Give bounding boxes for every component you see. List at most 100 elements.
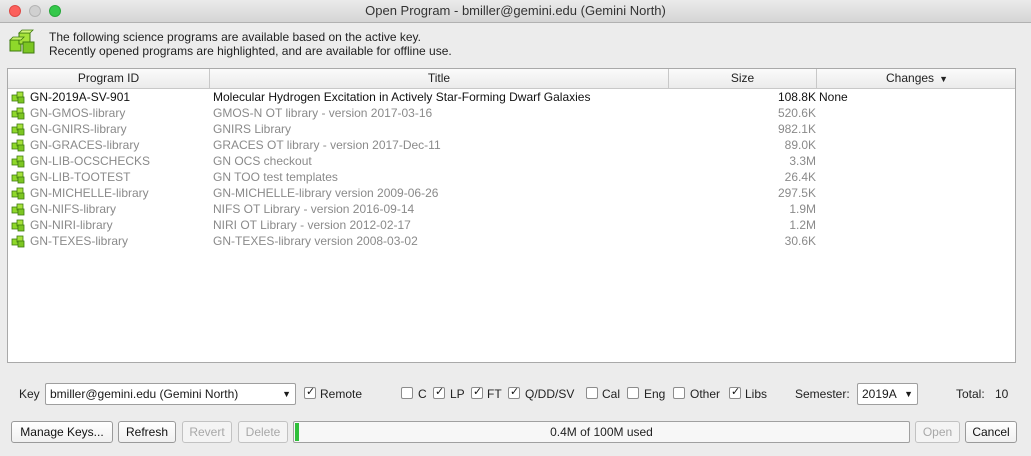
table-row[interactable]: GN-TEXES-library GN-TEXES-library version…: [8, 233, 1015, 249]
program-title-cell: Molecular Hydrogen Excitation in Activel…: [213, 90, 591, 104]
dropdown-arrow-icon: ▼: [904, 389, 913, 399]
semester-select[interactable]: 2019A ▼: [857, 383, 918, 405]
column-header-size[interactable]: Size: [669, 69, 817, 88]
column-header-title[interactable]: Title: [210, 69, 669, 88]
c-label: C: [418, 387, 427, 401]
open-program-window: Open Program - bmiller@gemini.edu (Gemin…: [0, 0, 1031, 456]
key-select[interactable]: bmiller@gemini.edu (Gemini North) ▼: [45, 383, 296, 405]
program-icon: [11, 218, 25, 232]
table-header: Program ID Title Size Changes ▼: [8, 69, 1015, 89]
program-cubes-icon: [9, 29, 35, 54]
column-header-changes[interactable]: Changes ▼: [817, 69, 1015, 88]
program-title-cell: GMOS-N OT library - version 2017-03-16: [213, 106, 433, 120]
header-message-line-1: The following science programs are avail…: [49, 30, 421, 44]
program-icon: [11, 106, 25, 120]
semester-label: Semester:: [795, 387, 850, 401]
program-table[interactable]: Program ID Title Size Changes ▼ GN-2019A-…: [7, 68, 1016, 363]
program-icon: [11, 138, 25, 152]
table-row[interactable]: GN-GMOS-library GMOS-N OT library - versi…: [8, 105, 1015, 121]
table-row[interactable]: GN-GRACES-library GRACES OT library - ver…: [8, 137, 1015, 153]
program-title-cell: NIRI OT Library - version 2012-02-17: [213, 218, 411, 232]
refresh-button[interactable]: Refresh: [118, 421, 176, 443]
table-row[interactable]: GN-2019A-SV-901 Molecular Hydrogen Excita…: [8, 89, 1015, 105]
lp-checkbox[interactable]: [433, 385, 445, 399]
program-size-cell: 26.4K: [784, 170, 816, 184]
key-label: Key: [19, 387, 40, 401]
delete-button[interactable]: Delete: [238, 421, 288, 443]
header-message-line-2: Recently opened programs are highlighted…: [49, 44, 452, 58]
table-row[interactable]: GN-LIB-OCSCHECKS GN OCS checkout 3.3M: [8, 153, 1015, 169]
revert-button[interactable]: Revert: [182, 421, 232, 443]
c-checkbox[interactable]: [401, 387, 413, 399]
qddsv-checkbox[interactable]: [508, 385, 520, 399]
other-checkbox[interactable]: [673, 387, 685, 399]
program-title-cell: GN-MICHELLE-library version 2009-06-26: [213, 186, 439, 200]
remote-label: Remote: [320, 387, 363, 401]
sort-descending-icon: ▼: [939, 74, 948, 84]
manage-keys-button[interactable]: Manage Keys...: [11, 421, 113, 443]
program-id-cell: GN-GNIRS-library: [30, 122, 127, 136]
cal-label: Cal: [602, 387, 621, 401]
program-size-cell: 30.6K: [784, 234, 816, 248]
program-icon: [11, 122, 25, 136]
program-title-cell: GRACES OT library - version 2017-Dec-11: [213, 138, 441, 152]
dropdown-arrow-icon: ▼: [282, 389, 291, 399]
program-id-cell: GN-NIFS-library: [30, 202, 116, 216]
total-value: 10: [995, 387, 1009, 401]
table-body: GN-2019A-SV-901 Molecular Hydrogen Excita…: [8, 89, 1015, 249]
program-icon: [11, 234, 25, 248]
program-size-cell: 520.6K: [777, 106, 816, 120]
program-changes-cell: [819, 121, 1009, 137]
program-id-cell: GN-LIB-TOOTEST: [30, 170, 131, 184]
program-icon: [11, 154, 25, 168]
title-bar: Open Program - bmiller@gemini.edu (Gemin…: [0, 0, 1031, 23]
open-button[interactable]: Open: [915, 421, 960, 443]
filter-bar: Key bmiller@gemini.edu (Gemini North) ▼ …: [0, 383, 1031, 407]
program-changes-cell: [819, 185, 1009, 201]
table-row[interactable]: GN-NIFS-library NIFS OT Library - version…: [8, 201, 1015, 217]
program-title-cell: GN OCS checkout: [213, 154, 312, 168]
program-changes-cell: [819, 233, 1009, 249]
remote-checkbox[interactable]: [304, 385, 316, 399]
program-id-cell: GN-2019A-SV-901: [30, 90, 131, 104]
program-size-cell: 982.1K: [777, 122, 816, 136]
table-row[interactable]: GN-MICHELLE-library GN-MICHELLE-library v…: [8, 185, 1015, 201]
program-changes-cell: None: [819, 90, 848, 104]
column-header-program-id[interactable]: Program ID: [8, 69, 210, 88]
program-size-cell: 297.5K: [777, 186, 816, 200]
program-size-cell: 89.0K: [784, 138, 816, 152]
program-size-cell: 1.9M: [789, 202, 816, 216]
program-icon: [11, 186, 25, 200]
table-row[interactable]: GN-GNIRS-library GNIRS Library 982.1K: [8, 121, 1015, 137]
column-header-changes-label: Changes: [886, 71, 935, 85]
cancel-button[interactable]: Cancel: [965, 421, 1017, 443]
eng-checkbox[interactable]: [627, 387, 639, 399]
program-title-cell: GNIRS Library: [213, 122, 292, 136]
ft-checkbox[interactable]: [471, 385, 483, 399]
storage-progress-text: 0.4M of 100M used: [550, 425, 653, 439]
cal-checkbox[interactable]: [586, 387, 598, 399]
other-label: Other: [690, 387, 721, 401]
program-id-cell: GN-TEXES-library: [30, 234, 129, 248]
eng-label: Eng: [644, 387, 666, 401]
program-changes-cell: [819, 201, 1009, 217]
storage-progress-bar: 0.4M of 100M used: [293, 421, 910, 443]
table-row[interactable]: GN-LIB-TOOTEST GN TOO test templates 26.4K: [8, 169, 1015, 185]
program-changes-cell: [819, 217, 1009, 233]
program-icon: [11, 170, 25, 184]
key-select-value: bmiller@gemini.edu (Gemini North): [50, 387, 239, 401]
program-id-cell: GN-NIRI-library: [30, 218, 113, 232]
program-size-cell: 3.3M: [789, 154, 816, 168]
libs-checkbox[interactable]: [729, 385, 741, 399]
program-id-cell: GN-MICHELLE-library: [30, 186, 149, 200]
program-title-cell: GN TOO test templates: [213, 170, 338, 184]
program-icon: [11, 90, 25, 104]
table-row[interactable]: GN-NIRI-library NIRI OT Library - version…: [8, 217, 1015, 233]
program-size-cell: 1.2M: [789, 218, 816, 232]
program-id-cell: GN-GMOS-library: [30, 106, 126, 120]
ft-label: FT: [487, 387, 502, 401]
program-changes-cell: [819, 169, 1009, 185]
program-id-cell: GN-LIB-OCSCHECKS: [30, 154, 151, 168]
program-size-cell: 108.8K: [777, 90, 816, 104]
qddsv-label: Q/DD/SV: [525, 387, 575, 401]
